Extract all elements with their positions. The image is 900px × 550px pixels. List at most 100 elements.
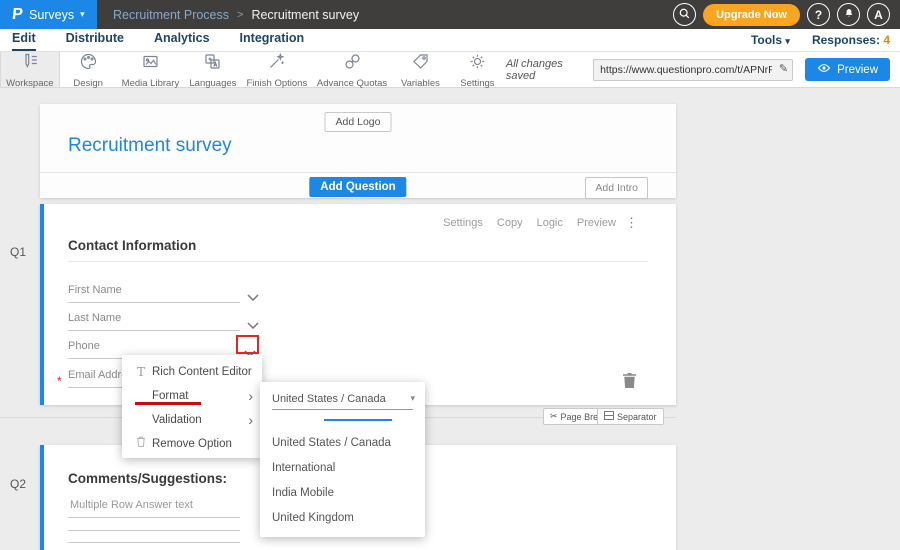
avatar[interactable]: A [867,3,890,26]
search-button[interactable] [673,3,696,26]
menu-item-label: Remove Option [152,438,232,450]
survey-title[interactable]: Recruitment survey [68,135,232,157]
field-label: First Name [68,284,122,296]
answer-line [68,542,240,543]
toolbar-item-design[interactable]: Design [60,52,117,87]
select-underline [272,409,413,410]
question-preview-link[interactable]: Preview [577,217,616,229]
toolbar-item-workspace[interactable]: Workspace [0,52,60,87]
survey-editor-app: P Surveys ▾ Recruitment Process > Recrui… [0,0,900,550]
main-tabbar: Edit Distribute Analytics Integration To… [0,29,900,52]
product-name: Surveys [29,8,74,22]
toolbar-item-finish-options[interactable]: Finish Options [242,52,313,87]
menu-item-rich-content-editor[interactable]: T Rich Content Editor [122,360,262,384]
toolbar-item-label: Languages [189,78,236,89]
format-select-value[interactable]: United States / Canada [272,393,386,405]
toolbar-item-advance-quotas[interactable]: Advance Quotas [312,52,392,87]
toolbar-item-variables[interactable]: Variables [392,52,449,87]
editor-toolbar: Workspace Design Media Library Languages… [0,52,900,88]
toolbar-right: All changes saved ✎ Preview [506,52,900,87]
chain-links-icon [343,52,362,76]
upgrade-now-button[interactable]: Upgrade Now [703,4,800,26]
format-option-international[interactable]: International [272,462,335,474]
questionpro-logo-icon: P [11,6,24,24]
question-settings-link[interactable]: Settings [443,217,483,229]
question-number-q1: Q1 [10,245,26,259]
menu-item-remove-option[interactable]: Remove Option [122,432,262,456]
format-option-united-kingdom[interactable]: United Kingdom [272,512,354,524]
question-actions: Settings Copy Logic Preview [443,217,616,229]
save-status: All changes saved [506,58,581,82]
question-logic-link[interactable]: Logic [537,217,563,229]
text-format-icon: T [134,360,148,384]
delete-question-icon[interactable] [623,373,636,393]
edit-url-icon[interactable]: ✎ [779,62,788,75]
add-question-button[interactable]: Add Question [309,177,406,197]
submenu-chevron-icon: › [248,384,253,408]
menu-item-label: Validation [152,414,202,426]
tab-list: Edit Distribute Analytics Integration [0,29,304,51]
format-option-us-canada[interactable]: United States / Canada [272,437,391,449]
surveys-menu[interactable]: P Surveys ▾ [0,0,97,29]
toolbar-item-label: Advance Quotas [317,78,387,89]
translate-icon [203,52,222,76]
more-options-icon[interactable]: ⋮ [625,215,638,231]
scissors-icon: ✂ [550,411,558,422]
format-option-india-mobile[interactable]: India Mobile [272,487,334,499]
add-intro-button[interactable]: Add Intro [585,177,648,199]
toolbar-item-label: Variables [401,78,440,89]
workspace-icon [20,52,39,76]
menu-item-validation[interactable]: Validation › [122,408,262,432]
palette-icon [79,52,98,76]
bell-icon [843,7,855,23]
breadcrumb: Recruitment Process > Recruitment survey [113,8,359,22]
separator-button[interactable]: Separator [597,408,664,425]
trash-icon [134,432,148,456]
phone-format-submenu: United States / Canada ▾ United States /… [260,382,425,537]
question-copy-link[interactable]: Copy [497,217,523,229]
select-caret-icon[interactable]: ▾ [410,393,415,404]
question-title-q1[interactable]: Contact Information [68,238,196,253]
notifications-button[interactable] [837,3,860,26]
field-label: Phone [68,340,100,352]
survey-url-wrap: ✎ [593,59,793,81]
chevron-down-icon: ▾ [785,36,790,46]
topbar-actions: Upgrade Now ? A [673,3,900,26]
help-button[interactable]: ? [807,3,830,26]
multirow-answer-placeholder[interactable]: Multiple Row Answer text [70,499,193,511]
responses-count: 4 [883,33,890,47]
annotation-highlight-box [236,335,259,354]
magic-wand-icon [267,52,286,76]
breadcrumb-folder[interactable]: Recruitment Process [113,8,229,22]
select-focus-accent [324,419,392,421]
breadcrumb-survey-name: Recruitment survey [251,8,359,22]
separator-label: Separator [617,412,657,422]
tools-menu[interactable]: Tools ▾ [751,33,790,47]
tab-edit[interactable]: Edit [12,29,36,51]
toolbar-item-languages[interactable]: Languages [184,52,241,87]
toolbar-item-media-library[interactable]: Media Library [117,52,185,87]
menu-item-label: Rich Content Editor [152,366,252,378]
toolbar-item-settings[interactable]: Settings [449,52,506,87]
preview-label: Preview [837,64,878,76]
field-dropdown-chevron-icon[interactable] [247,288,259,306]
image-icon [141,52,160,76]
field-last-name[interactable]: Last Name [68,312,240,331]
responses-link[interactable]: Responses: 4 [812,33,890,47]
field-first-name[interactable]: First Name [68,284,240,303]
divider [68,261,648,262]
tools-label: Tools [751,33,782,47]
preview-button[interactable]: Preview [805,58,890,81]
field-dropdown-chevron-icon[interactable] [247,316,259,334]
tab-integration[interactable]: Integration [240,29,305,51]
add-logo-button[interactable]: Add Logo [325,112,392,132]
toolbar-item-label: Settings [460,78,494,89]
breadcrumb-separator: > [237,9,243,21]
survey-url-input[interactable] [593,59,793,81]
answer-line [68,530,240,531]
gear-icon [468,52,487,76]
tab-distribute[interactable]: Distribute [66,29,124,51]
tabbar-right: Tools ▾ Responses: 4 [751,33,900,47]
tab-analytics[interactable]: Analytics [154,29,210,51]
question-title-q2[interactable]: Comments/Suggestions: [68,471,227,486]
